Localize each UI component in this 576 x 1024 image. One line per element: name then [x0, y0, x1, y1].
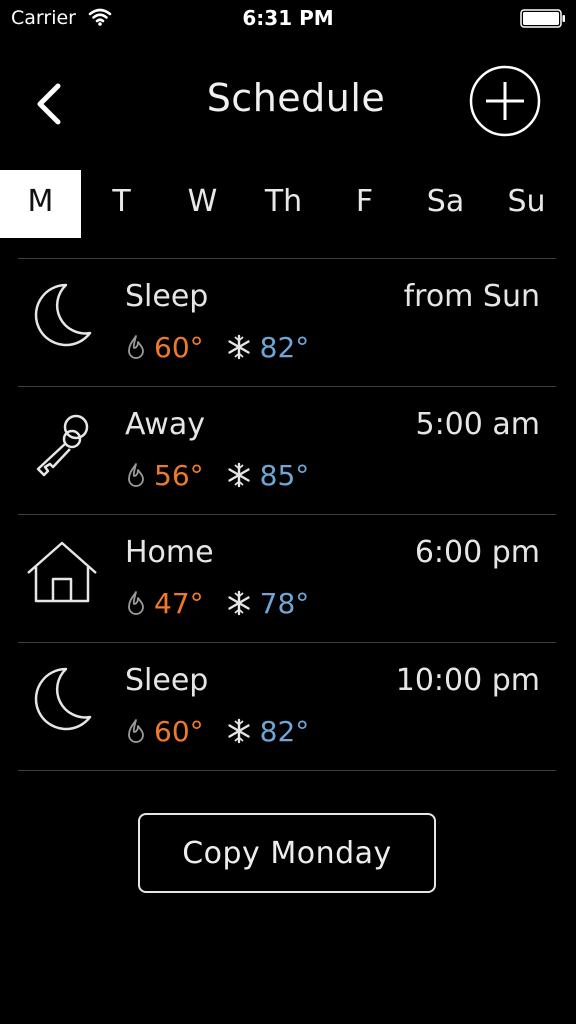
schedule-row-sleep-night[interactable]: Sleep 10:00 pm 60° 82°	[18, 643, 556, 770]
battery-icon	[520, 9, 565, 28]
tab-wednesday[interactable]: W	[162, 170, 243, 238]
clock-time: 6:31 PM	[242, 6, 334, 30]
divider	[18, 770, 556, 771]
tab-thursday[interactable]: Th	[243, 170, 324, 238]
tab-monday[interactable]: M	[0, 170, 81, 238]
heat-setpoint: 60°	[154, 330, 204, 364]
cool-setpoint: 82°	[259, 330, 310, 364]
status-bar: Carrier 6:31 PM	[0, 0, 576, 40]
schedule-time: from Sun	[403, 279, 540, 314]
temperature-settings: 60° 82°	[126, 329, 309, 365]
schedule-list: Sleep from Sun 60° 82° Away 5:00 am 56° …	[18, 258, 556, 771]
schedule-time: 10:00 pm	[395, 663, 540, 698]
snowflake-icon	[227, 718, 250, 744]
temperature-settings: 60° 82°	[126, 713, 309, 749]
day-tabs: M T W Th F Sa Su	[0, 170, 576, 238]
tab-tuesday[interactable]: T	[81, 170, 162, 238]
schedule-time: 6:00 pm	[414, 535, 540, 570]
cool-setpoint: 85°	[259, 458, 310, 492]
schedule-row-away[interactable]: Away 5:00 am 56° 85°	[18, 387, 556, 514]
cool-setpoint: 78°	[259, 586, 310, 620]
tab-friday[interactable]: F	[324, 170, 405, 238]
schedule-name: Sleep	[125, 279, 209, 314]
flame-icon	[128, 463, 144, 487]
schedule-name: Away	[125, 407, 205, 442]
flame-icon	[128, 591, 144, 615]
schedule-name: Sleep	[125, 663, 209, 698]
moon-icon	[34, 283, 92, 347]
add-button[interactable]	[468, 64, 542, 138]
heat-setpoint: 56°	[154, 458, 204, 492]
temperature-settings: 56° 85°	[126, 457, 309, 493]
flame-icon	[128, 719, 144, 743]
snowflake-icon	[227, 590, 250, 616]
snowflake-icon	[227, 334, 250, 360]
copy-day-button-label: Copy Monday	[182, 835, 392, 871]
tab-sunday[interactable]: Su	[486, 170, 567, 238]
schedule-name: Home	[125, 535, 214, 570]
heat-setpoint: 60°	[154, 714, 204, 748]
cool-setpoint: 82°	[259, 714, 310, 748]
heat-setpoint: 47°	[154, 586, 204, 620]
copy-day-button[interactable]: Copy Monday	[138, 813, 436, 893]
flame-icon	[128, 335, 144, 359]
temperature-settings: 47° 78°	[126, 585, 309, 621]
schedule-time: 5:00 am	[415, 407, 540, 442]
schedule-row-sleep[interactable]: Sleep from Sun 60° 82°	[18, 259, 556, 386]
schedule-screen: Carrier 6:31 PM Schedule M T W Th F Sa S…	[0, 0, 576, 1024]
tab-saturday[interactable]: Sa	[405, 170, 486, 238]
moon-icon	[34, 667, 92, 731]
schedule-row-home[interactable]: Home 6:00 pm 47° 78°	[18, 515, 556, 642]
house-icon	[27, 541, 97, 603]
key-icon	[36, 414, 89, 477]
snowflake-icon	[227, 462, 250, 488]
